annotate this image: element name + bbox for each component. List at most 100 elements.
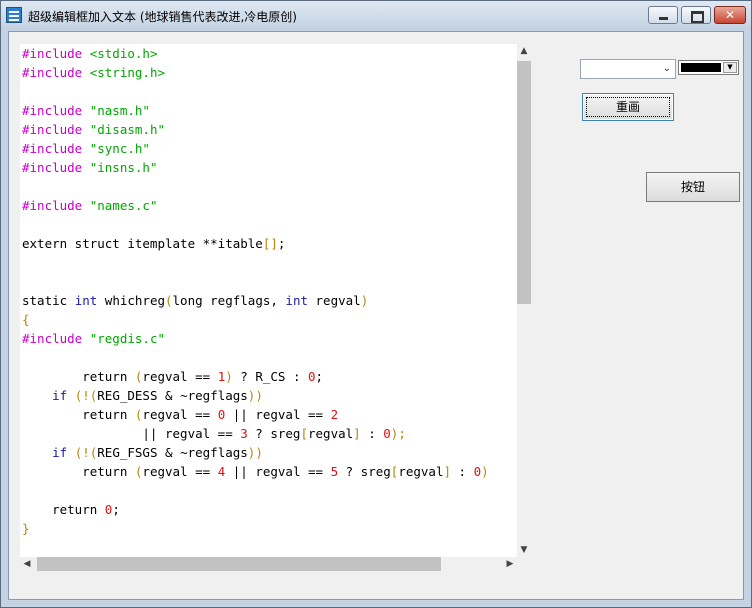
code-line: return 0; — [22, 500, 489, 519]
code-token: ) — [360, 293, 369, 308]
code-token: "names.c" — [89, 198, 158, 213]
code-line: #include <string.h> — [22, 63, 489, 82]
code-token: #include — [22, 103, 90, 118]
client-area: #include <stdio.h> #include <string.h> #in… — [8, 31, 744, 600]
scroll-left-icon[interactable]: ◀ — [20, 557, 34, 571]
close-icon: ✕ — [724, 8, 736, 22]
code-token: "regdis.c" — [89, 331, 165, 346]
code-token: #include — [22, 141, 90, 156]
code-line: if (!(REG_FSGS & ~regflags)) — [22, 443, 489, 462]
code-token: 2 — [330, 407, 339, 422]
code-line: #include "names.c" — [22, 196, 489, 215]
code-token: { — [22, 312, 30, 327]
code-token: static — [22, 293, 75, 308]
code-token: ? sreg — [338, 464, 391, 479]
vertical-scrollbar[interactable]: ▲ ▼ — [517, 44, 531, 557]
horizontal-scroll-thumb[interactable] — [37, 557, 441, 571]
code-token: return — [22, 464, 135, 479]
code-token: 5 — [330, 464, 339, 479]
code-token: : — [451, 464, 474, 479]
scroll-up-icon[interactable]: ▲ — [517, 44, 531, 58]
code-token: #include — [22, 46, 90, 61]
scroll-down-icon[interactable]: ▼ — [517, 543, 531, 557]
code-token: #include — [22, 65, 90, 80]
code-token: #include — [22, 122, 90, 137]
code-token: "disasm.h" — [89, 122, 165, 137]
code-token: ? R_CS : — [232, 369, 309, 384]
code-token: 0 — [308, 369, 316, 384]
vertical-scroll-thumb[interactable] — [517, 61, 531, 304]
code-token: REG_DESS & ~regflags — [97, 388, 248, 403]
code-line: #include "insns.h" — [22, 158, 489, 177]
code-token: REG_FSGS & ~regflags — [97, 445, 248, 460]
generic-button[interactable]: 按钮 — [646, 172, 740, 202]
minimize-button[interactable] — [648, 6, 678, 24]
redraw-button[interactable]: 重画 — [582, 93, 674, 121]
code-token: "sync.h" — [89, 141, 150, 156]
maximize-button[interactable] — [681, 6, 711, 24]
code-token: long regflags, — [172, 293, 286, 308]
rich-edit-box[interactable]: #include <stdio.h> #include <string.h> #in… — [20, 44, 517, 557]
close-button[interactable]: ✕ — [714, 6, 746, 24]
title-bar[interactable]: 超级编辑框加入文本 (地球销售代表改进,冷电原创) ✕ — [1, 1, 751, 30]
app-icon[interactable] — [6, 7, 22, 23]
chevron-down-icon[interactable]: ⌄ — [663, 63, 671, 74]
code-line: || regval == 3 ? sreg[regval] : 0); — [22, 424, 489, 443]
code-token: ); — [390, 426, 406, 441]
code-token: regval == — [142, 369, 218, 384]
code-line: #include "disasm.h" — [22, 120, 489, 139]
code-token: #include — [22, 160, 90, 175]
code-token: regval == — [142, 464, 218, 479]
code-token: regval — [308, 426, 354, 441]
code-text: #include <stdio.h> #include <string.h> #in… — [22, 44, 489, 538]
code-line: extern struct itemplate **itable[]; — [22, 234, 489, 253]
code-token: ; — [315, 369, 324, 384]
code-line: if (!(REG_DESS & ~regflags)) — [22, 386, 489, 405]
window-title: 超级编辑框加入文本 (地球销售代表改进,冷电原创) — [28, 10, 297, 24]
code-token: whichreg — [97, 293, 165, 308]
code-token: ] — [443, 464, 452, 479]
code-token: || regval == — [225, 407, 331, 422]
code-token: (!( — [74, 445, 98, 460]
code-token: int — [285, 293, 308, 308]
code-token: regval == — [142, 407, 218, 422]
code-line: return (regval == 4 || regval == 5 ? sre… — [22, 462, 489, 481]
font-combobox[interactable]: ⌄ — [580, 59, 676, 79]
code-token: "insns.h" — [89, 160, 158, 175]
code-token: ( — [165, 293, 173, 308]
code-line: static int whichreg(long regflags, int r… — [22, 291, 489, 310]
code-token: int — [74, 293, 98, 308]
code-token: (!( — [74, 388, 98, 403]
code-token: [] — [262, 236, 278, 251]
code-token: || regval == — [225, 464, 331, 479]
horizontal-scrollbar[interactable]: ◀ ▶ — [20, 557, 517, 571]
code-token: return — [22, 502, 105, 517]
code-token: 0 — [473, 464, 482, 479]
code-line: } — [22, 519, 489, 538]
code-token: if — [52, 445, 68, 460]
code-token: ) — [225, 369, 233, 384]
code-token: <stdio.h> — [89, 46, 158, 61]
color-combobox[interactable]: ▼ — [678, 60, 739, 75]
code-line: #include "regdis.c" — [22, 329, 489, 348]
code-token: return — [22, 407, 135, 422]
code-token: 0 — [383, 426, 391, 441]
code-token: ) — [481, 464, 489, 479]
scroll-right-icon[interactable]: ▶ — [503, 557, 517, 571]
code-token: regval — [308, 293, 361, 308]
code-token: <string.h> — [89, 65, 165, 80]
code-token: regval — [398, 464, 444, 479]
code-token: ] — [353, 426, 361, 441]
color-swatch — [681, 63, 721, 72]
dropdown-arrow-icon[interactable]: ▼ — [723, 62, 737, 73]
